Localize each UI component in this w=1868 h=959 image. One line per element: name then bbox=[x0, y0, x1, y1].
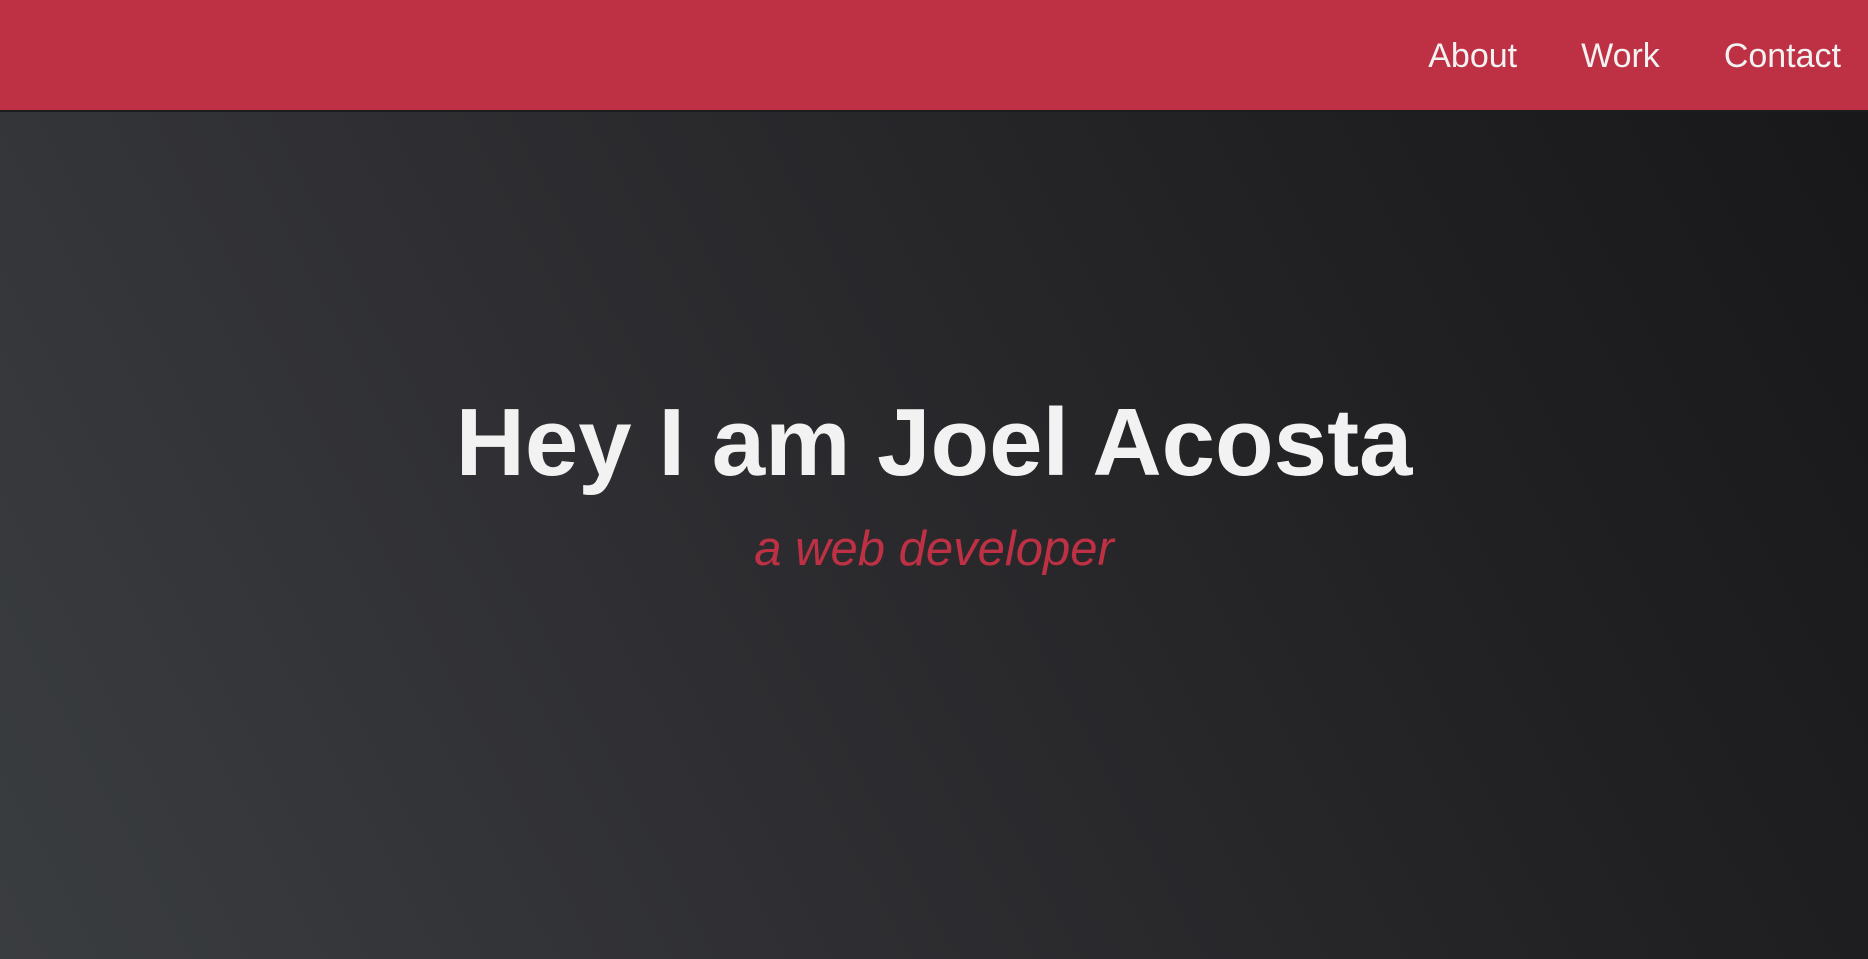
nav-link-work[interactable]: Work bbox=[1581, 39, 1660, 73]
nav-link-contact[interactable]: Contact bbox=[1724, 39, 1841, 73]
hero-title: Hey I am Joel Acosta bbox=[455, 389, 1413, 496]
hero-subtitle: a web developer bbox=[754, 522, 1114, 576]
hero-section: Hey I am Joel Acosta a web developer bbox=[0, 112, 1868, 959]
top-navbar: About Work Contact bbox=[0, 0, 1868, 112]
nav-link-about[interactable]: About bbox=[1428, 39, 1517, 73]
nav-menu: About Work Contact bbox=[1428, 0, 1841, 112]
